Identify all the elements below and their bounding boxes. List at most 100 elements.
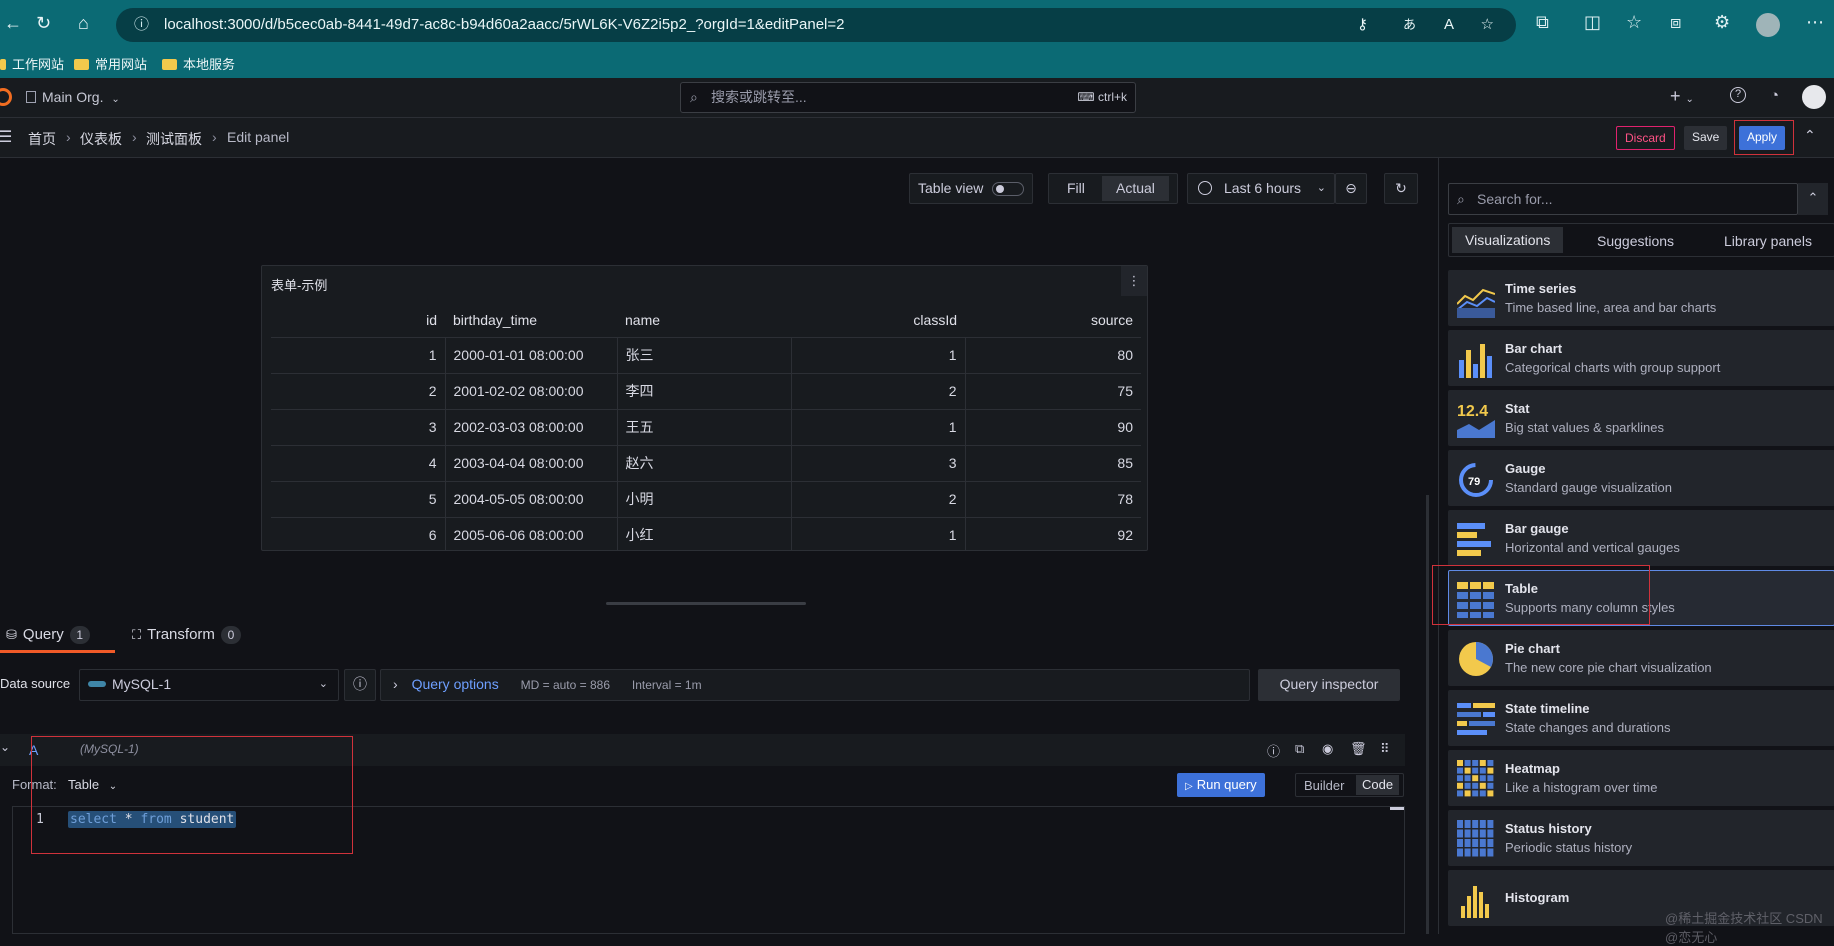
viz-item-table[interactable]: Table Supports many column styles (1448, 570, 1834, 626)
time-range-picker[interactable]: Last 6 hours ⌄ (1187, 173, 1335, 204)
viz-item-timeseries[interactable]: Time series Time based line, area and bar… (1448, 270, 1834, 326)
query-ref-id[interactable]: A (29, 742, 38, 758)
translate-icon[interactable]: あ (1403, 8, 1416, 42)
help-icon[interactable]: ? (1730, 87, 1746, 103)
delete-query-icon[interactable]: 🗑 (1350, 741, 1367, 757)
gauge-icon-value: 79 (1468, 476, 1480, 488)
table-row[interactable]: 6 2005-06-06 08:00:00 小红 1 92 (271, 517, 1141, 550)
extensions-icon[interactable]: ⧉ (1536, 12, 1549, 33)
tab-query[interactable]: ⛁ Query 1 (6, 626, 90, 644)
bookmark-work[interactable]: 工作网站 (0, 54, 64, 73)
run-query-button[interactable]: ▷ Run query (1177, 773, 1265, 797)
favorites-icon[interactable]: ☆ (1626, 12, 1642, 33)
main-scrollbar[interactable] (1426, 495, 1429, 934)
collapse-picker-icon[interactable]: ⌃ (1798, 183, 1828, 215)
apply-button[interactable]: Apply (1739, 126, 1786, 150)
table-panel[interactable]: 表单-示例 ⋮ id birthday_time name classId so… (261, 265, 1148, 551)
breadcrumb-dashboards[interactable]: 仪表板 (80, 129, 122, 149)
site-info-icon[interactable]: ⓘ (134, 8, 149, 42)
table-row[interactable]: 4 2003-04-04 08:00:00 赵六 3 85 (271, 445, 1141, 482)
bookmark-local[interactable]: 本地服务 (162, 54, 235, 73)
zoom-out-button[interactable]: ⊖ (1335, 173, 1367, 204)
viz-item-barchart[interactable]: Bar chart Categorical charts with group s… (1448, 330, 1834, 386)
format-select[interactable]: Table ⌄ (68, 777, 117, 792)
tab-visualizations[interactable]: Visualizations (1452, 227, 1564, 253)
table-row[interactable]: 1 2000-01-01 08:00:00 张三 1 80 (271, 337, 1141, 374)
breadcrumb-dashboard[interactable]: 测试面板 (146, 129, 202, 149)
save-button[interactable]: Save (1684, 126, 1728, 150)
split-screen-icon[interactable]: ◫ (1584, 12, 1601, 33)
chevron-down-icon: ⌄ (1316, 182, 1326, 194)
cell-birthday: 2001-02-02 08:00:00 (445, 373, 618, 410)
viz-item-gauge[interactable]: 79 Gauge Standard gauge visualization (1448, 450, 1834, 506)
table-view-toggle[interactable]: Table view (909, 173, 1033, 204)
viz-item-heatmap[interactable]: Heatmap Like a histogram over time (1448, 750, 1834, 806)
more-icon[interactable]: ⋯ (1806, 12, 1824, 33)
viz-description: State changes and durations (1505, 720, 1671, 735)
table-row[interactable]: 5 2004-05-05 08:00:00 小明 2 78 (271, 481, 1141, 518)
org-icon (26, 91, 36, 103)
collections-icon[interactable]: ⧈ (1670, 12, 1681, 33)
panel-resize-handle[interactable] (606, 602, 806, 605)
viz-item-statetimeline[interactable]: State timeline State changes and duration… (1448, 690, 1834, 746)
profile-avatar[interactable] (1756, 13, 1780, 37)
query-options-link[interactable]: Query options (412, 676, 499, 692)
toggle-switch[interactable] (992, 182, 1024, 196)
column-header-birthday[interactable]: birthday_time (445, 303, 617, 338)
column-header-source[interactable]: source (965, 303, 1141, 338)
sql-editor[interactable]: 1 select * from student (12, 806, 1405, 934)
collapse-icon[interactable]: ⌄ (0, 740, 10, 754)
viz-item-stat[interactable]: 12.4 Stat Big stat values & sparklines (1448, 390, 1834, 446)
org-switcher[interactable]: Main Org. ⌄ (26, 89, 120, 105)
panel-menu-icon[interactable]: ⋮ (1121, 266, 1147, 296)
code-mode-button[interactable]: Code (1356, 775, 1400, 795)
viz-item-bargauge[interactable]: Bar gauge Horizontal and vertical gauges (1448, 510, 1834, 566)
tab-transform[interactable]: ⛶ Transform 0 (132, 626, 241, 644)
hide-query-icon[interactable]: ◉ (1322, 741, 1333, 757)
query-help-icon[interactable]: ⓘ (1267, 741, 1280, 760)
breadcrumb-separator: › (66, 129, 71, 145)
menu-icon[interactable]: ☰ (0, 127, 12, 147)
back-icon[interactable]: ← (4, 13, 22, 34)
global-search[interactable]: ⌕ 搜索或跳转至... ⌨ ctrl+k (680, 82, 1136, 113)
add-menu-icon[interactable]: + ⌄ (1670, 86, 1694, 107)
column-header-classid[interactable]: classId (791, 303, 965, 338)
builder-mode-button[interactable]: Builder (1304, 778, 1344, 793)
news-feed-icon[interactable]: ◔ (1770, 87, 1779, 104)
query-inspector-button[interactable]: Query inspector (1258, 669, 1400, 701)
editor-scrollbar[interactable] (1390, 807, 1404, 810)
fill-button[interactable]: Fill (1067, 174, 1085, 203)
viz-search-input[interactable]: ⌕ Search for... (1448, 183, 1798, 215)
grafana-logo-icon[interactable] (0, 88, 12, 106)
cell-id: 3 (271, 409, 446, 446)
collapse-chevron-icon[interactable]: ⌃ (1804, 127, 1816, 144)
breadcrumb-home[interactable]: 首页 (28, 129, 56, 149)
tab-suggestions[interactable]: Suggestions (1597, 233, 1674, 249)
home-icon[interactable]: ⌂ (78, 13, 89, 34)
address-bar[interactable]: ⓘ localhost:3000/d/b5cec0ab-8441-49d7-ac… (116, 8, 1516, 42)
table-row[interactable]: 2 2001-02-02 08:00:00 李四 2 75 (271, 373, 1141, 410)
reload-icon[interactable]: ↻ (36, 13, 51, 34)
viz-item-piechart[interactable]: Pie chart The new core pie chart visualiz… (1448, 630, 1834, 686)
column-header-name[interactable]: name (617, 303, 791, 338)
favorite-star-icon[interactable]: ☆ (1481, 8, 1494, 42)
drag-handle-icon[interactable]: ⠿ (1380, 741, 1390, 757)
duplicate-query-icon[interactable]: ⧉ (1295, 741, 1304, 757)
datasource-help-button[interactable]: ⓘ (344, 669, 376, 701)
discard-button[interactable]: Discard (1616, 126, 1675, 150)
actual-button[interactable]: Actual (1102, 176, 1169, 201)
bookmark-common[interactable]: 常用网站 (74, 54, 147, 73)
user-avatar[interactable] (1802, 85, 1826, 109)
table-row[interactable]: 3 2002-03-03 08:00:00 王五 1 90 (271, 409, 1141, 446)
key-icon[interactable]: ⚷ (1357, 8, 1368, 42)
datasource-picker[interactable]: MySQL-1 ⌄ (79, 669, 339, 701)
query-options-bar[interactable]: › Query options MD = auto = 886 Interval… (380, 669, 1250, 701)
sql-code-line[interactable]: select * from student (68, 811, 237, 828)
sql-keyword-from: from (140, 812, 172, 827)
column-header-id[interactable]: id (271, 303, 445, 338)
viz-item-statushistory[interactable]: Status history Periodic status history (1448, 810, 1834, 866)
settings-icon[interactable]: ⚙ (1714, 12, 1730, 33)
refresh-button[interactable]: ↻ (1384, 173, 1418, 204)
tab-library-panels[interactable]: Library panels (1724, 233, 1812, 249)
read-aloud-icon[interactable]: A (1444, 8, 1454, 42)
